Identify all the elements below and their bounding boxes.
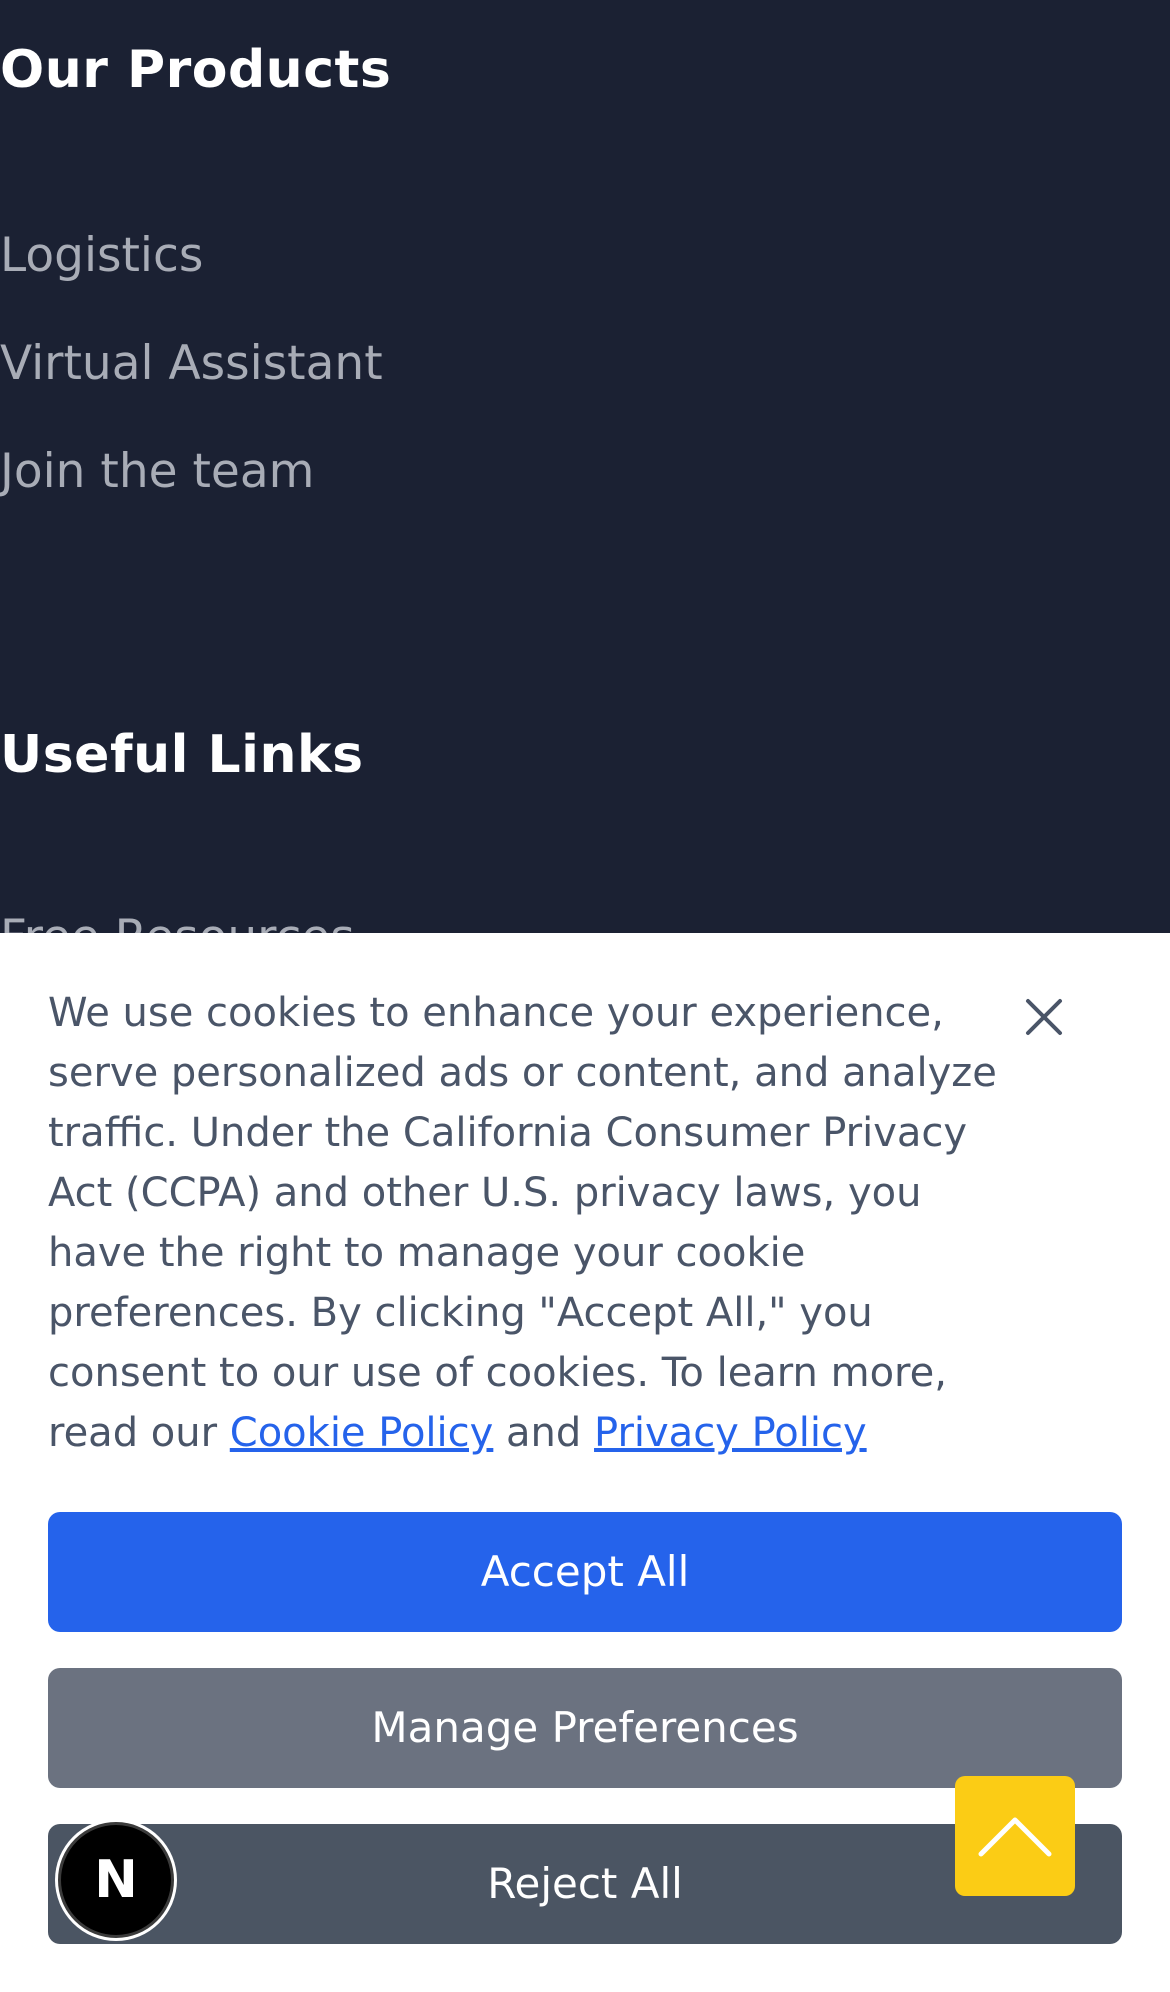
scroll-to-top-button[interactable]	[955, 1776, 1075, 1896]
close-button[interactable]	[1020, 993, 1068, 1041]
manage-preferences-button[interactable]: Manage Preferences	[48, 1668, 1122, 1788]
site-footer: Our Products Logistics Virtual Assistant…	[0, 0, 1170, 965]
chevron-up-icon	[978, 1817, 1052, 1857]
footer-link-virtual-assistant[interactable]: Virtual Assistant	[0, 336, 383, 392]
useful-links-heading: Useful Links	[0, 725, 364, 785]
cookie-policy-link[interactable]: Cookie Policy	[230, 1410, 494, 1456]
cookie-message-connector: and	[506, 1410, 582, 1456]
close-icon	[1026, 999, 1062, 1035]
n-logo-badge[interactable]: N	[58, 1822, 174, 1938]
cookie-message-text: We use cookies to enhance your experienc…	[48, 990, 997, 1456]
footer-link-join-team[interactable]: Join the team	[0, 444, 314, 500]
accept-all-button[interactable]: Accept All	[48, 1512, 1122, 1632]
products-heading: Our Products	[0, 40, 392, 100]
footer-link-logistics[interactable]: Logistics	[0, 228, 203, 284]
privacy-policy-link[interactable]: Privacy Policy	[594, 1410, 867, 1456]
cookie-message: We use cookies to enhance your experienc…	[48, 983, 1028, 1463]
